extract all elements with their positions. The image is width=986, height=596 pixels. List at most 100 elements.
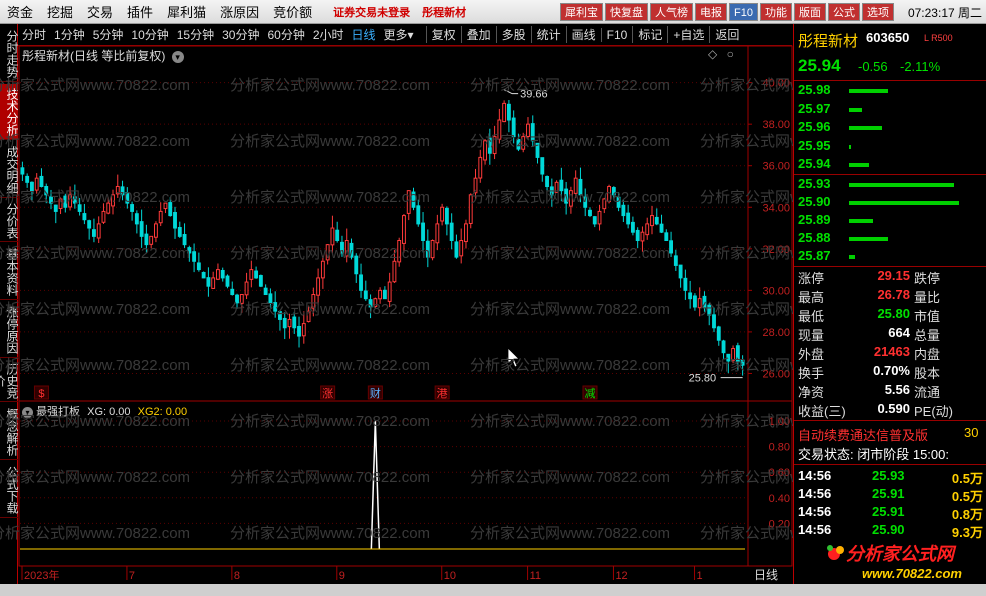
stat-label-secondary: 量比 — [914, 290, 941, 305]
candle-body — [177, 226, 182, 237]
tick-price: 25.91 — [872, 486, 905, 501]
ask-row: 25.94 — [794, 156, 986, 174]
stat-label-secondary: 内盘 — [914, 347, 941, 362]
candle-body — [225, 275, 230, 287]
candle-body — [187, 247, 192, 254]
last-price: 25.94 — [798, 56, 841, 75]
bid-row: 25.90 — [794, 194, 986, 212]
candle-body — [664, 232, 669, 242]
promo-banner[interactable]: 自动续费通达信普及版 30 — [794, 425, 986, 443]
bid-price: 25.90 — [798, 194, 831, 209]
candle-body — [68, 194, 73, 208]
candle-body — [716, 326, 721, 341]
candle-body — [621, 204, 626, 217]
month-label: 10 — [444, 570, 456, 582]
candle-body — [39, 175, 44, 187]
candle-body — [340, 241, 344, 254]
bid-volume-bar — [849, 201, 959, 205]
candle-body — [149, 235, 154, 245]
candle-body — [72, 196, 77, 204]
bid-row: 25.89 — [794, 212, 986, 230]
stat-label: 最高 — [798, 290, 825, 305]
indicator-toggle-icon[interactable]: ▾ — [22, 407, 33, 418]
candle-body — [282, 317, 287, 329]
candle-body — [144, 233, 149, 246]
candle-body — [344, 240, 349, 257]
chart-title: 彤程新材(日线 等比前复权) ▾ — [22, 47, 184, 64]
candle-body — [82, 213, 87, 221]
tick-volume: 0.5万 — [951, 471, 983, 486]
candle-body — [549, 186, 554, 196]
candle-body — [511, 117, 516, 138]
candle-body — [120, 186, 125, 196]
high-price-label: 39.66 — [520, 89, 548, 101]
candle-body — [740, 359, 745, 366]
candle-body — [454, 241, 459, 258]
trade-status: 交易状态: 闭市阶段 15:00: — [794, 444, 986, 462]
candle-body — [297, 325, 301, 337]
candle-body — [263, 287, 268, 296]
bid-volume-bar — [849, 255, 855, 259]
stat-row: 涨停 29.15 跌停 — [794, 268, 986, 286]
candle-body — [478, 156, 483, 179]
candle-body — [464, 223, 468, 243]
diamond-icon[interactable]: ◇ — [708, 47, 717, 61]
candle-body — [731, 348, 736, 361]
stat-label: 最低 — [798, 309, 825, 324]
price-axis-label: 38.00 — [762, 119, 790, 131]
candle-body — [325, 244, 330, 261]
indicator-spike — [370, 420, 381, 550]
event-marker: $ — [38, 388, 44, 400]
quote-header: 彤程新材 603650 L R500 — [794, 30, 986, 50]
stat-row: 最低 25.80 市值 — [794, 306, 986, 324]
stat-label-secondary: PE(动) — [914, 404, 954, 419]
stat-label: 涨停 — [798, 271, 825, 286]
stat-row: 换手 0.70% 股本 — [794, 363, 986, 381]
candle-body — [502, 102, 507, 123]
candle-body — [545, 176, 549, 187]
candle-body — [430, 240, 435, 259]
price-change-pct: -2.11% — [900, 59, 941, 74]
stat-label-secondary: 跌停 — [914, 271, 941, 286]
candle-body — [330, 227, 335, 246]
chart-options-icon[interactable]: ▾ — [171, 51, 184, 63]
candle-body — [440, 206, 445, 222]
candle-body — [497, 119, 502, 140]
ask-volume-bar — [849, 163, 869, 167]
price-axis-label: 34.00 — [762, 202, 790, 214]
ask-row: 25.95 — [794, 138, 986, 156]
candle-body — [702, 295, 707, 308]
chart-corner-icons: ◇ ○ — [708, 47, 734, 61]
circle-icon[interactable]: ○ — [727, 47, 734, 61]
tick-price: 25.93 — [872, 468, 905, 483]
candle-body — [168, 202, 173, 217]
status-bar — [0, 584, 986, 596]
candle-body — [77, 204, 82, 212]
candle-body — [630, 221, 635, 233]
candle-body — [382, 289, 387, 300]
price-axis-label: 28.00 — [762, 327, 790, 339]
candle-body — [216, 269, 220, 280]
ask-row: 25.96 — [794, 119, 986, 137]
candle-body — [540, 157, 545, 175]
period-label: 日线 — [754, 568, 778, 582]
price-axis-label: 26.00 — [762, 368, 790, 380]
candle-body — [554, 181, 559, 193]
candle-body — [607, 185, 611, 203]
candle-body — [244, 281, 249, 296]
candle-body — [402, 215, 406, 244]
month-label: 11 — [530, 570, 541, 582]
ask-price: 25.98 — [798, 82, 831, 97]
bid-row: 25.87 — [794, 248, 986, 266]
month-label: 2023年 — [24, 568, 59, 582]
candle-body — [425, 240, 430, 258]
candle-body — [101, 210, 106, 223]
stat-label-secondary: 市值 — [914, 309, 941, 324]
stat-value: 26.78 — [877, 287, 910, 302]
candle-body — [125, 192, 130, 204]
tick-volume: 0.8万 — [951, 507, 983, 522]
ask-volume-bar — [849, 107, 863, 112]
event-marker: 减 — [584, 387, 595, 400]
candle-body — [568, 190, 573, 207]
candle-body — [239, 294, 244, 304]
